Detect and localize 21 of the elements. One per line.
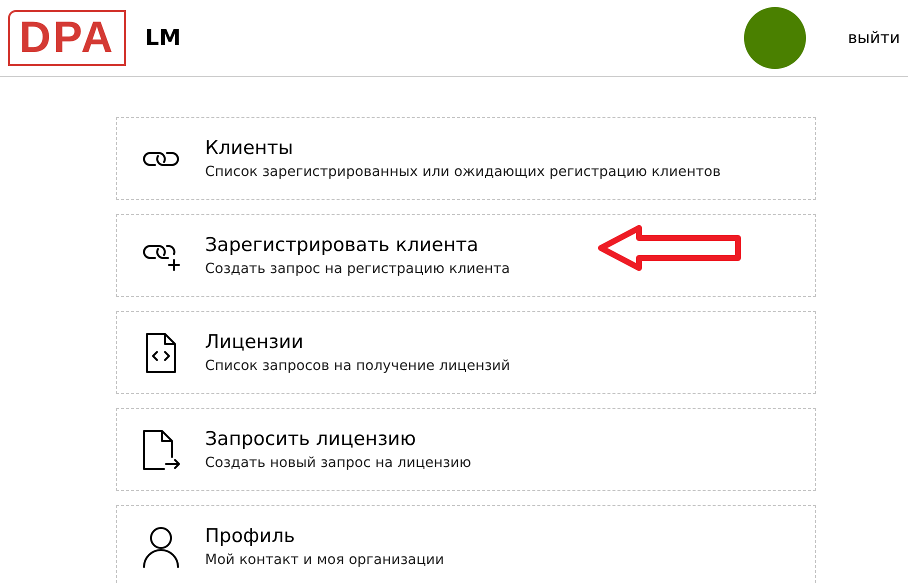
menu-card[interactable]: Запросить лицензию Создать новый запрос на лицензию — [116, 408, 816, 491]
card-title: Клиенты — [205, 136, 294, 160]
card-description: Список запросов на получение лицензий — [205, 356, 510, 376]
card-title: Профиль — [205, 524, 296, 548]
menu-card[interactable]: Зарегистрировать клиента Создать запрос на регистрацию клиента — [116, 214, 816, 297]
card-description: Создать запрос на регистрацию клиента — [205, 260, 510, 278]
file-export-icon — [141, 428, 181, 470]
logout-link[interactable]: выйти — [848, 26, 900, 50]
card-description: Мой контакт и моя организации — [205, 550, 444, 570]
app-name: LM — [145, 24, 181, 52]
logo: DPA — [8, 10, 126, 66]
menu-card[interactable]: Клиенты Список зарегистрированных или ожидающих регистрацию клиентов — [116, 117, 816, 200]
card-title: Запросить лицензию — [205, 426, 418, 452]
card-description: Список зарегистрированных или ожидающих регистрацию клиентов — [205, 162, 721, 182]
person-icon — [142, 526, 180, 568]
card-title: Лицензии — [205, 330, 304, 354]
code-file-icon — [144, 332, 178, 374]
menu-card[interactable]: Профиль Мой контакт и моя организации — [116, 505, 816, 583]
menu-card[interactable]: Лицензии Список запросов на получение лицензий — [116, 311, 816, 394]
card-description: Создать новый запрос на лицензию — [205, 454, 472, 472]
card-title: Зарегистрировать клиента — [205, 232, 480, 258]
